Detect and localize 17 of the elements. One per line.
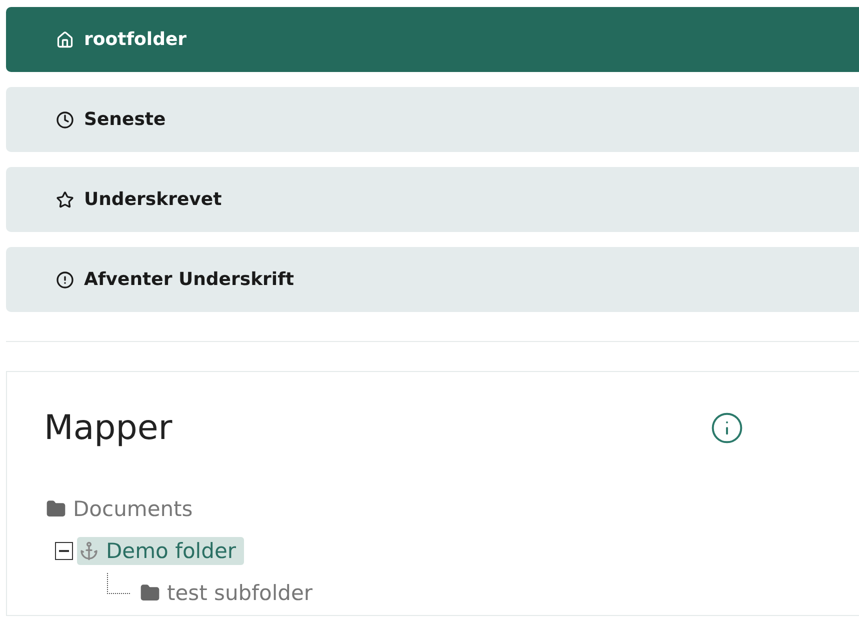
folder-icon [140, 583, 160, 603]
nav-item[interactable]: Underskrevet [6, 167, 859, 232]
nav-item[interactable]: rootfolder [6, 7, 859, 72]
home-icon [56, 30, 74, 48]
info-icon[interactable] [710, 411, 744, 445]
clock-icon [56, 110, 74, 128]
panel-title: Mapper [44, 408, 172, 448]
tree-item[interactable]: Documents [44, 495, 201, 523]
anchor-icon [79, 541, 99, 561]
folder-icon [46, 499, 66, 519]
nav-item[interactable]: Afventer Underskrift [6, 247, 859, 312]
nav-item[interactable]: Seneste [6, 87, 859, 152]
tree-item[interactable]: Demo folder [77, 537, 244, 565]
collapse-button[interactable] [55, 542, 73, 560]
tree-item[interactable]: test subfolder [138, 579, 321, 607]
alert-icon [56, 270, 74, 288]
star-icon [56, 190, 74, 208]
